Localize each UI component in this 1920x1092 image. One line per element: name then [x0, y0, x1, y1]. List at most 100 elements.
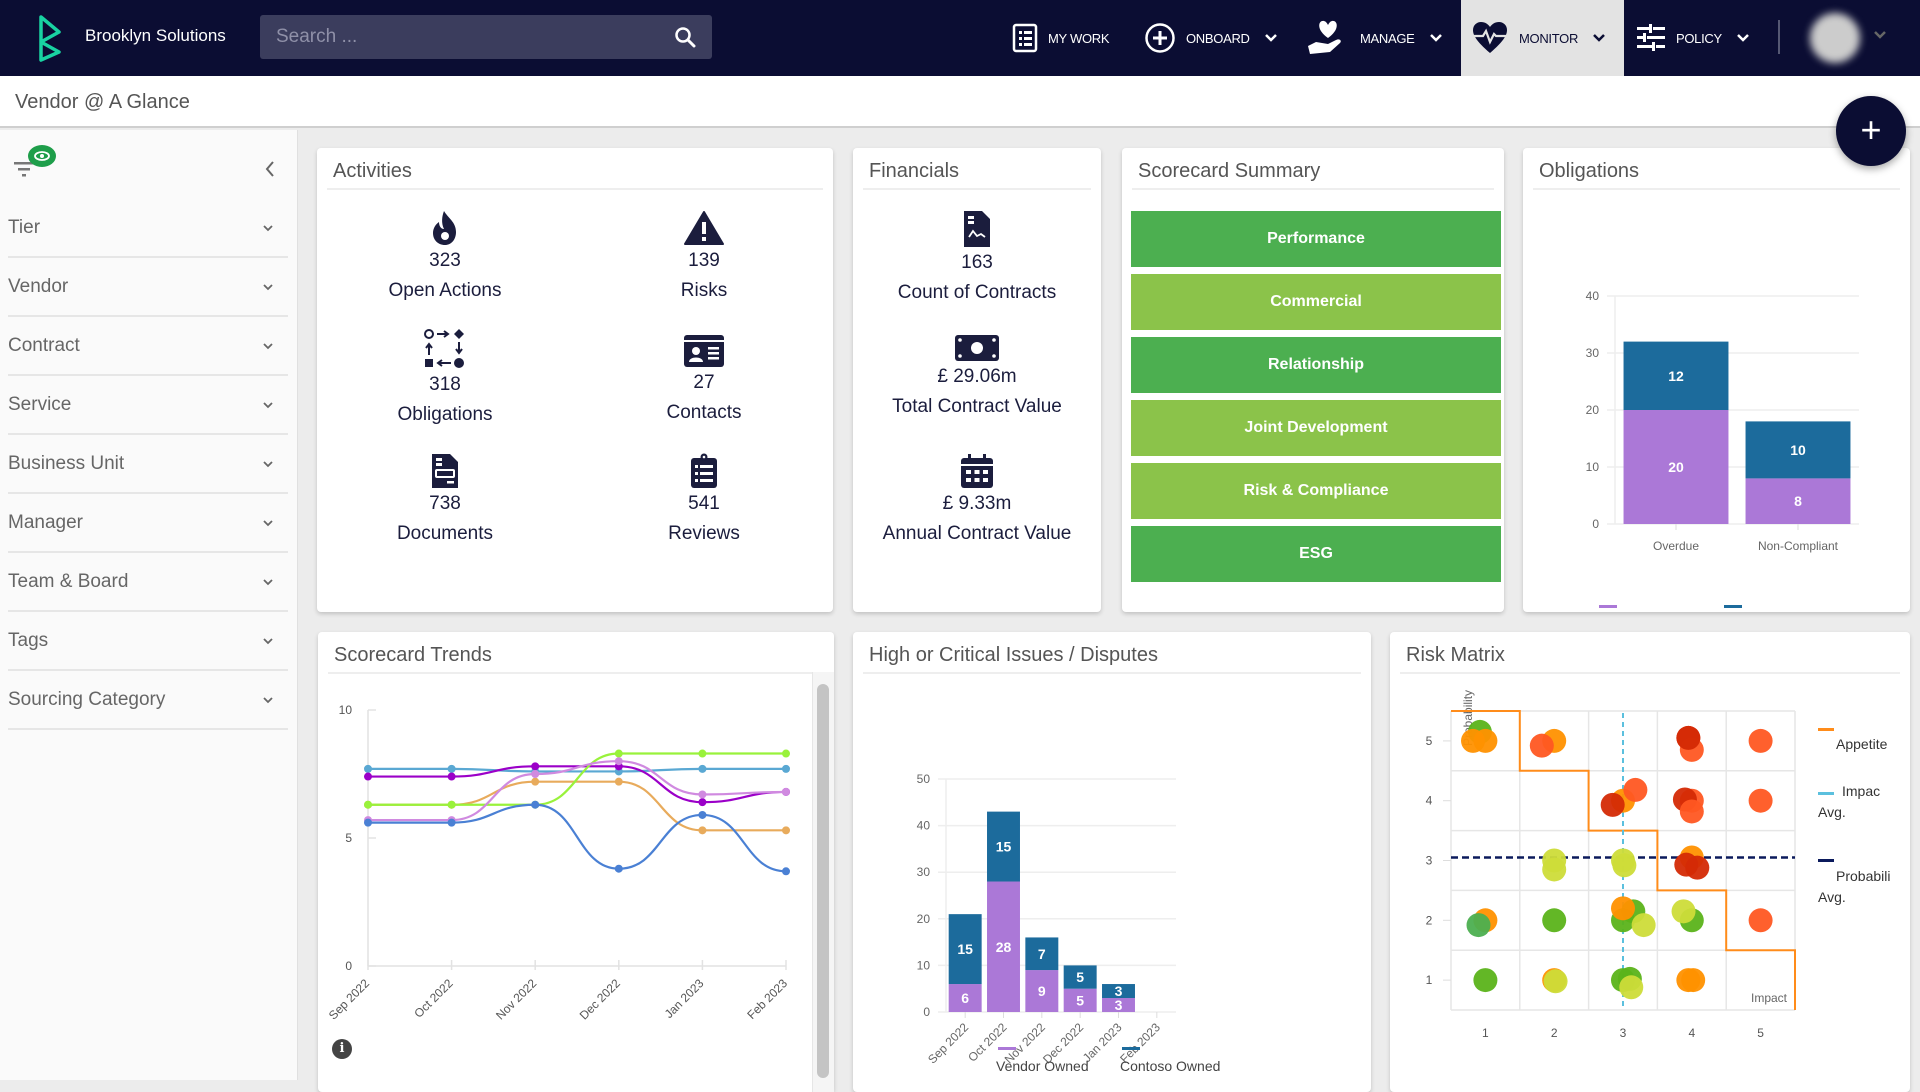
risk-point	[1611, 896, 1635, 921]
chevron-down-icon	[263, 579, 273, 586]
add-button[interactable]: +	[1836, 96, 1906, 166]
search-icon[interactable]	[674, 26, 696, 48]
series-point	[698, 764, 707, 773]
x-tick-label: 3	[1620, 1026, 1627, 1040]
search-input[interactable]	[260, 15, 660, 59]
filter-label: Vendor	[8, 276, 69, 297]
filter-team-board[interactable]: Team & Board	[8, 554, 288, 612]
stat-open-actions[interactable]: 323 Open Actions	[345, 210, 545, 302]
series-point	[782, 826, 790, 835]
scorecard-row-performance[interactable]: Performance	[1131, 211, 1501, 267]
user-menu-chevron-icon[interactable]	[1873, 30, 1887, 40]
bar-data-label: 5	[1076, 969, 1084, 985]
nav-monitor[interactable]: MONITOR	[1461, 0, 1624, 76]
chevron-down-icon	[1737, 34, 1749, 42]
legend-label: Probabili	[1836, 868, 1890, 884]
nav-onboard[interactable]: ONBOARD	[1144, 0, 1278, 76]
filter-label: Business Unit	[8, 453, 125, 474]
scorecard-row-commercial[interactable]: Commercial	[1131, 274, 1501, 330]
risk-point	[1748, 908, 1773, 933]
legend-label: Contoso Owned	[1120, 1058, 1220, 1074]
y-tick-label: 30	[917, 865, 931, 879]
y-tick-label: 3	[1426, 854, 1433, 868]
bar-data-label: 12	[1668, 368, 1684, 384]
stat-risks[interactable]: 139 Risks	[604, 210, 804, 302]
risk-point	[1679, 799, 1704, 824]
stat-annual-contract-value[interactable]: £ 9.33m Annual Contract Value	[827, 453, 1127, 545]
brand-logo-icon[interactable]	[38, 14, 62, 62]
x-tick-label: Non-Compliant	[1758, 539, 1839, 553]
nav-policy-label: POLICY	[1676, 30, 1722, 46]
filter-sourcing-category[interactable]: Sourcing Category	[8, 672, 288, 730]
stat-reviews[interactable]: 541 Reviews	[604, 453, 804, 545]
stat-contacts[interactable]: 27 Contacts	[604, 334, 804, 424]
activities-title: Activities	[333, 160, 412, 182]
y-tick-label: 10	[1586, 460, 1600, 474]
x-tick-label: Dec 2022	[577, 976, 623, 1022]
stat-value: £ 9.33m	[942, 493, 1012, 514]
info-icon[interactable]: i	[332, 1039, 352, 1059]
risk-point	[1461, 728, 1486, 753]
warning-icon	[684, 211, 724, 245]
fire-icon	[433, 211, 456, 245]
legend-swatch	[1818, 859, 1834, 862]
scrollbar-thumb[interactable]	[817, 684, 829, 1078]
nav-monitor-label: MONITOR	[1519, 30, 1579, 46]
stat-total-contract-value[interactable]: £ 29.06m Total Contract Value	[827, 334, 1127, 418]
scrollbar-track[interactable]	[812, 672, 834, 1092]
stat-count-of-contracts[interactable]: 163 Count of Contracts	[827, 210, 1127, 304]
user-avatar[interactable]	[1810, 13, 1860, 63]
nav-manage[interactable]: MANAGE	[1306, 0, 1443, 76]
chevron-down-icon	[1429, 34, 1442, 42]
filter-service[interactable]: Service	[8, 377, 288, 435]
collapse-sidebar-icon[interactable]	[264, 160, 276, 178]
divider	[863, 672, 1361, 674]
y-tick-label: 4	[1426, 794, 1433, 808]
plus-icon: +	[1860, 109, 1882, 150]
filter-business-unit[interactable]: Business Unit	[8, 436, 288, 494]
plus-circle-icon	[1145, 23, 1175, 53]
divider	[1400, 672, 1900, 674]
series-point	[447, 764, 456, 773]
series-point	[698, 826, 707, 835]
series-point	[364, 818, 372, 827]
scorecard-row-esg[interactable]: ESG	[1131, 526, 1501, 582]
filter-label: Contract	[8, 335, 80, 356]
obligations-chart: 0102030402012Overdue810Non-CompliantVend…	[1586, 289, 1859, 608]
filter-visible-icon[interactable]	[12, 144, 60, 180]
scorecard-row-relationship[interactable]: Relationship	[1131, 337, 1501, 393]
y-tick-label: 50	[917, 772, 931, 786]
filter-manager[interactable]: Manager	[8, 495, 288, 553]
filter-contract[interactable]: Contract	[8, 318, 288, 376]
stat-obligations[interactable]: 318 Obligations	[345, 328, 545, 426]
stat-documents[interactable]: 738 Documents	[345, 453, 545, 545]
scorecard-trends-title: Scorecard Trends	[334, 644, 492, 666]
filter-label: Tags	[8, 630, 49, 651]
nav-my-work-label: MY WORK	[1048, 30, 1110, 46]
legend-label: Vendor Owned	[996, 1058, 1089, 1074]
bar-data-label: 6	[961, 990, 969, 1006]
bar-data-label: 7	[1038, 946, 1046, 962]
x-tick-label: 5	[1757, 1026, 1764, 1040]
legend-swatch	[1818, 792, 1834, 795]
risk-point	[1473, 968, 1498, 993]
risk-point	[1612, 853, 1637, 878]
contract-file-icon	[964, 211, 990, 247]
filter-vendor[interactable]: Vendor	[8, 259, 288, 317]
x-tick-label: 1	[1482, 1026, 1489, 1040]
nav-policy[interactable]: POLICY	[1636, 0, 1750, 76]
scorecard-row-risk-compliance[interactable]: Risk & Compliance	[1131, 463, 1501, 519]
risk-point	[1619, 975, 1644, 1000]
scorecard-row-joint-development[interactable]: Joint Development	[1131, 400, 1501, 456]
risk-point	[1748, 728, 1773, 753]
series-point	[531, 777, 540, 786]
chevron-down-icon	[263, 284, 273, 291]
filter-tier[interactable]: Tier	[8, 200, 288, 258]
x-tick-label: 2	[1551, 1026, 1558, 1040]
nav-my-work[interactable]: MY WORK	[1012, 0, 1110, 76]
filter-tags[interactable]: Tags	[8, 613, 288, 671]
id-card-icon	[684, 335, 724, 367]
series-line	[368, 760, 787, 822]
risk-point	[1676, 725, 1701, 750]
y-tick-label: 1	[1426, 973, 1433, 987]
